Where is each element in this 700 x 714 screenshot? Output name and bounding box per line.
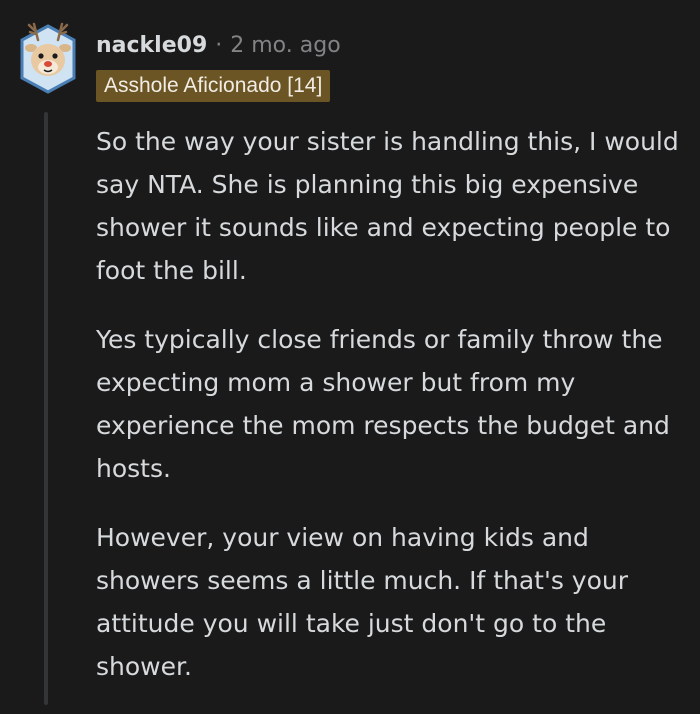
meta-separator: ·	[215, 32, 223, 58]
thread-collapse-line[interactable]	[44, 112, 48, 705]
user-flair: Asshole Aficionado [14]	[96, 70, 331, 102]
comment-paragraph: Yes typically close friends or family th…	[96, 325, 670, 483]
user-avatar[interactable]	[18, 16, 78, 94]
deer-avatar-icon	[20, 22, 76, 94]
comment-body: So the way your sister is handling this,…	[96, 120, 686, 714]
comment-timestamp[interactable]: 2 mo. ago	[230, 33, 340, 58]
username-link[interactable]: nackle09	[96, 33, 207, 58]
comment-paragraph: However, your view on having kids and sh…	[96, 523, 629, 681]
comment-header: nackle09 · 2 mo. ago	[96, 28, 341, 62]
comment-paragraph: So the way your sister is handling this,…	[96, 127, 679, 285]
